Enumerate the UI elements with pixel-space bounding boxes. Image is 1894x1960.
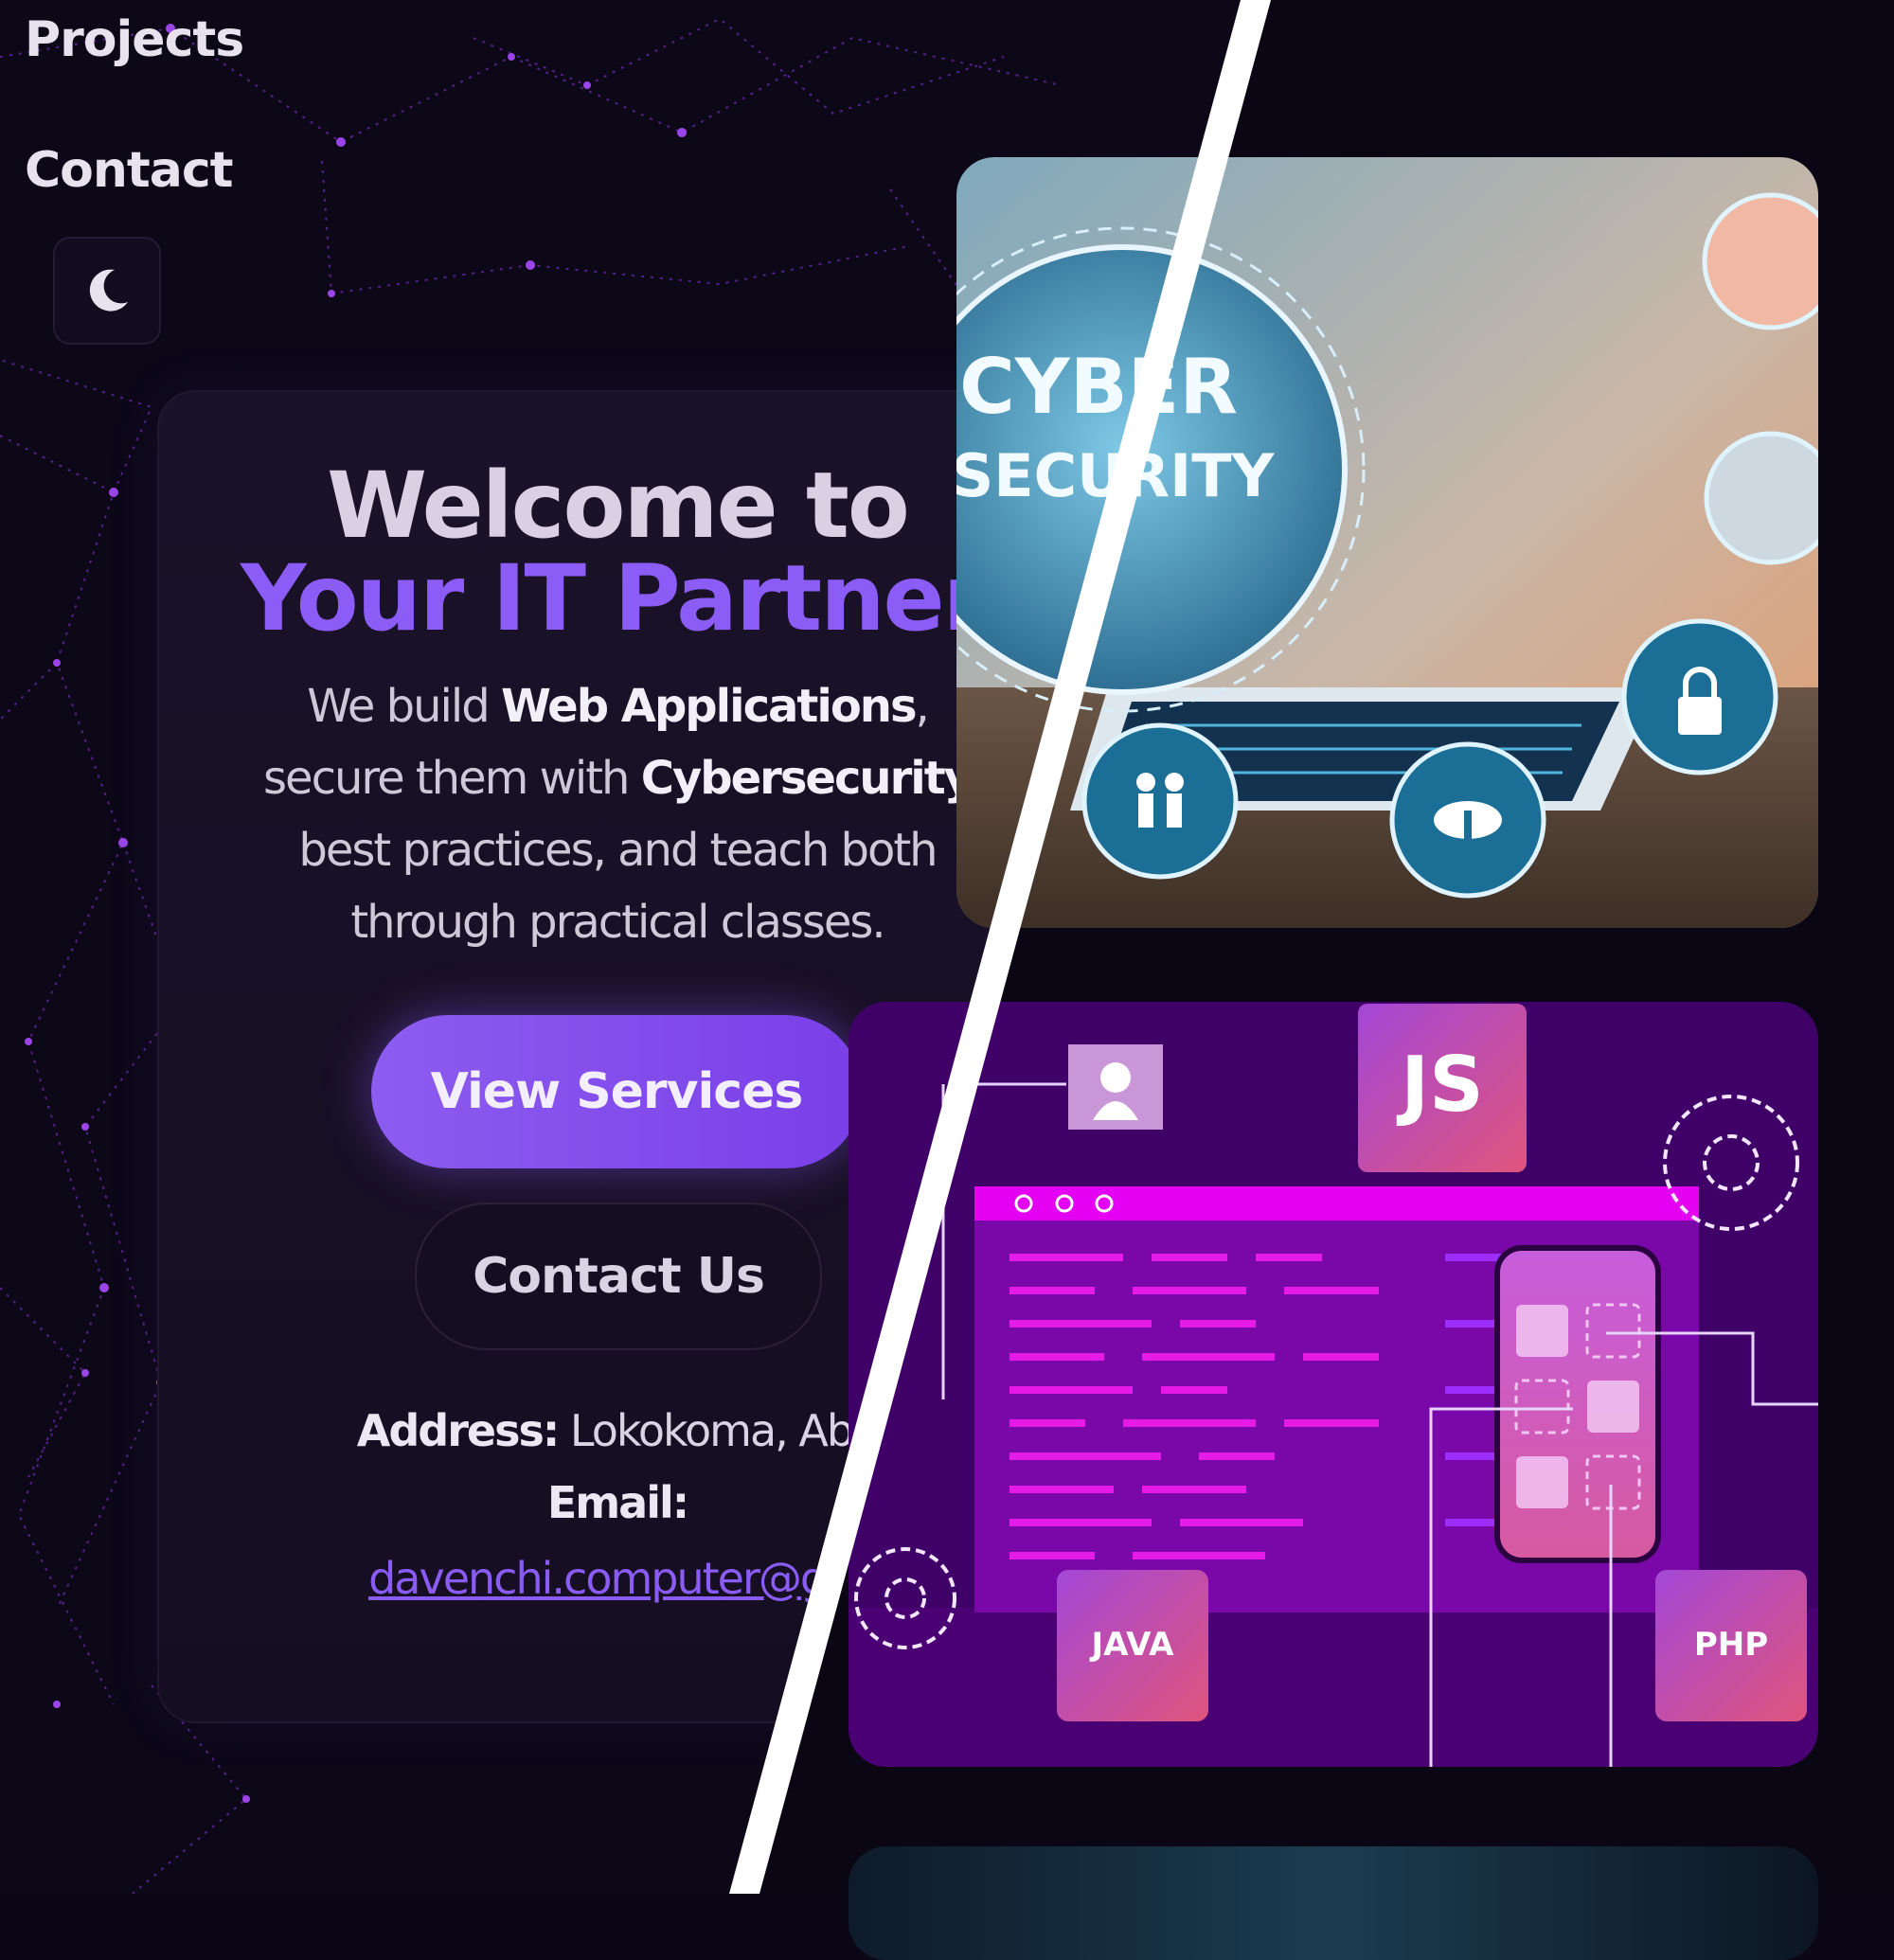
contact-us-button[interactable]: Contact Us [415, 1203, 822, 1350]
theme-toggle-button[interactable] [53, 237, 161, 345]
email-label: Email: [546, 1477, 689, 1528]
hero-title-highlight: Your IT Partner [241, 545, 988, 651]
hero-title-line1: Welcome to [327, 453, 910, 559]
view-services-button[interactable]: View Services [371, 1015, 862, 1168]
cyber-text: CYBER [959, 343, 1238, 431]
hero-description: We build Web Applications, secure them w… [186, 670, 1049, 958]
desc-text: , [915, 680, 930, 733]
cloud-upload-icon [1434, 801, 1502, 839]
nav-link-projects[interactable]: Projects [25, 11, 244, 68]
moon-icon [89, 269, 128, 312]
email-link[interactable]: davenchi.computer@gm [368, 1553, 868, 1604]
cybersecurity-image: CYBER SECURITY [956, 157, 1818, 928]
address-label: Address: [356, 1405, 560, 1456]
security-text: SECURITY [956, 441, 1276, 510]
desc-text: secure them with [263, 752, 641, 805]
js-badge: JS [1396, 1041, 1483, 1129]
hero-title-line2: Your IT Partner [157, 545, 1078, 651]
desc-text: We build [307, 680, 501, 733]
address-value: Lokokoma, Abu [569, 1405, 880, 1456]
java-badge: JAVA [1090, 1626, 1175, 1664]
desc-highlight-web: Web Applications [500, 680, 918, 733]
desc-highlight-cyber: Cybersecurity [640, 752, 974, 805]
next-service-image [849, 1846, 1818, 1960]
desc-text: best practices, and teach both [298, 824, 938, 877]
nav-link-contact[interactable]: Contact [25, 142, 234, 199]
desc-text: through practical classes. [350, 896, 885, 949]
web-development-image: JS JAVA PHP [849, 1002, 1818, 1767]
php-badge: PHP [1694, 1626, 1768, 1664]
